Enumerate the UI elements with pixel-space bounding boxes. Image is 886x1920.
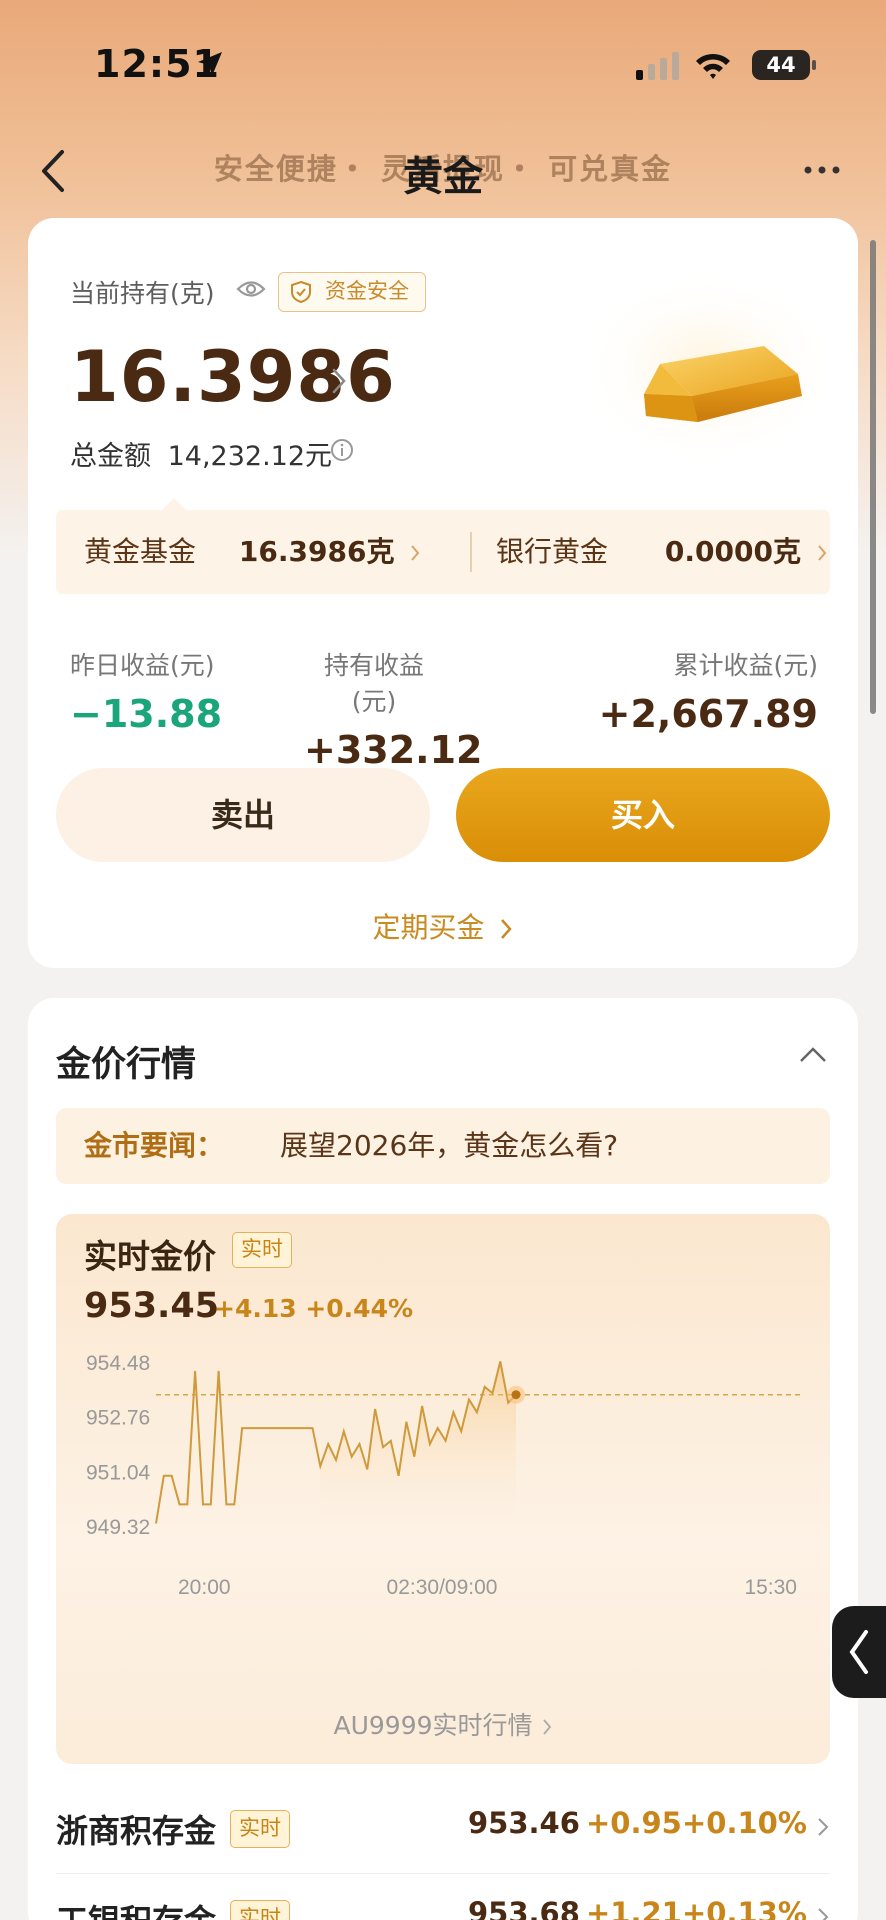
- location-arrow-icon: [198, 52, 222, 76]
- x-tick-label: 20:00: [178, 1576, 231, 1599]
- quote-badge: 实时: [230, 1900, 290, 1920]
- floating-side-tab[interactable]: [832, 1606, 886, 1698]
- chevron-right-icon: [501, 919, 513, 939]
- realtime-price: 953.45: [84, 1286, 220, 1326]
- news-bar[interactable]: 金市要闻： 展望2026年，黄金怎么看?: [56, 1108, 830, 1184]
- total-amount-label: 总金额: [70, 441, 151, 472]
- stat-holding: 持有收益(元) +332.12: [304, 651, 483, 772]
- market-card: 金价行情 金市要闻： 展望2026年，黄金怎么看? 实时金价 实时 953.45…: [28, 998, 858, 1920]
- current-price-dot: [511, 1390, 521, 1400]
- quote-name: 浙商积存金: [56, 1812, 217, 1850]
- total-amount: 总金额 14,232.12元: [70, 434, 332, 473]
- gold-price-chart[interactable]: 954.48 952.76 951.04 949.32 20:00 02:30/09:00…: [56, 1354, 830, 1714]
- status-bar: 12:51 44: [0, 0, 886, 120]
- total-amount-value: 14,232.12元: [167, 441, 333, 472]
- quote-change: +0.95: [586, 1806, 682, 1840]
- chevron-right-icon: [411, 545, 420, 561]
- x-tick-label: 15:30: [744, 1576, 797, 1599]
- scrollbar[interactable]: [870, 240, 876, 714]
- holding-card: 当前持有(克) 资金安全 16.3986 总金额 14,232.12元 黄金基金…: [28, 218, 858, 968]
- quote-pct: +0.10%: [682, 1806, 807, 1840]
- regular-buy-link[interactable]: 定期买金: [28, 906, 858, 946]
- quote-badge: 实时: [230, 1810, 290, 1848]
- quote-row[interactable]: 浙商积存金 实时 953.46 +0.95 +0.10%: [56, 1784, 830, 1874]
- page-title: 黄金: [403, 154, 483, 200]
- nav-bar: 安全便捷・ 灵活提现・ 可兑真金 黄金: [0, 130, 886, 210]
- bank-gold-item[interactable]: 银行黄金 0.0000克: [496, 510, 828, 594]
- info-icon[interactable]: [330, 438, 354, 462]
- realtime-badge: 实时: [232, 1232, 292, 1268]
- sell-button[interactable]: 卖出: [56, 768, 430, 862]
- chevron-left-icon: [849, 1630, 868, 1674]
- quote-price: 953.46: [468, 1806, 580, 1840]
- news-headline: 展望2026年，黄金怎么看?: [280, 1129, 619, 1162]
- quote-price: 953.68: [468, 1896, 580, 1920]
- holding-label: 当前持有(克): [70, 279, 215, 308]
- chevron-right-icon: [818, 545, 827, 561]
- shield-check-icon: [291, 280, 311, 304]
- news-tag: 金市要闻：: [84, 1129, 225, 1162]
- y-tick-label: 949.32: [86, 1516, 150, 1539]
- fund-safety-badge[interactable]: 资金安全: [278, 272, 426, 312]
- gold-bar-image: [588, 278, 828, 458]
- y-tick-label: 952.76: [86, 1407, 150, 1430]
- chevron-right-icon: [543, 1719, 552, 1735]
- chevron-right-icon: [818, 1908, 829, 1920]
- stat-yesterday: 昨日收益(元) −13.88: [70, 651, 223, 736]
- more-icon[interactable]: [802, 158, 842, 182]
- realtime-title: 实时金价: [84, 1237, 216, 1276]
- chevron-right-icon: [818, 1818, 829, 1836]
- chevron-right-icon[interactable]: [330, 366, 348, 396]
- cellular-signal-icon: [636, 52, 679, 80]
- buy-button[interactable]: 买入: [456, 768, 830, 862]
- x-tick-label: 02:30/09:00: [387, 1576, 498, 1599]
- battery-icon: 44: [752, 50, 816, 80]
- realtime-change: +4.13 +0.44%: [214, 1294, 414, 1323]
- fund-gold-item[interactable]: 黄金基金 16.3986克: [84, 510, 421, 594]
- price-area: [320, 1361, 516, 1526]
- chevron-up-icon[interactable]: [798, 1044, 828, 1064]
- eye-icon[interactable]: [236, 278, 266, 300]
- stat-cumulative: 累计收益(元) +2,667.89: [598, 651, 818, 736]
- fund-safety-label: 资金安全: [325, 279, 409, 303]
- quote-change: +1.21: [586, 1896, 682, 1920]
- quote-pct: +0.13%: [682, 1896, 807, 1920]
- realtime-price-panel: 实时金价 实时 953.45 +4.13 +0.44% 954.48 952.76…: [56, 1214, 830, 1764]
- holding-split-row: 黄金基金 16.3986克 银行黄金 0.0000克: [56, 498, 830, 594]
- y-tick-label: 951.04: [86, 1461, 151, 1484]
- quote-name: 工银积存金: [56, 1896, 216, 1920]
- quote-row[interactable]: 工银积存金 实时 953.68 +1.21 +0.13%: [56, 1874, 830, 1920]
- market-title: 金价行情: [56, 1045, 197, 1085]
- y-tick-label: 954.48: [86, 1354, 150, 1375]
- wifi-icon: [696, 53, 730, 79]
- au9999-link[interactable]: AU9999实时行情: [56, 1706, 830, 1742]
